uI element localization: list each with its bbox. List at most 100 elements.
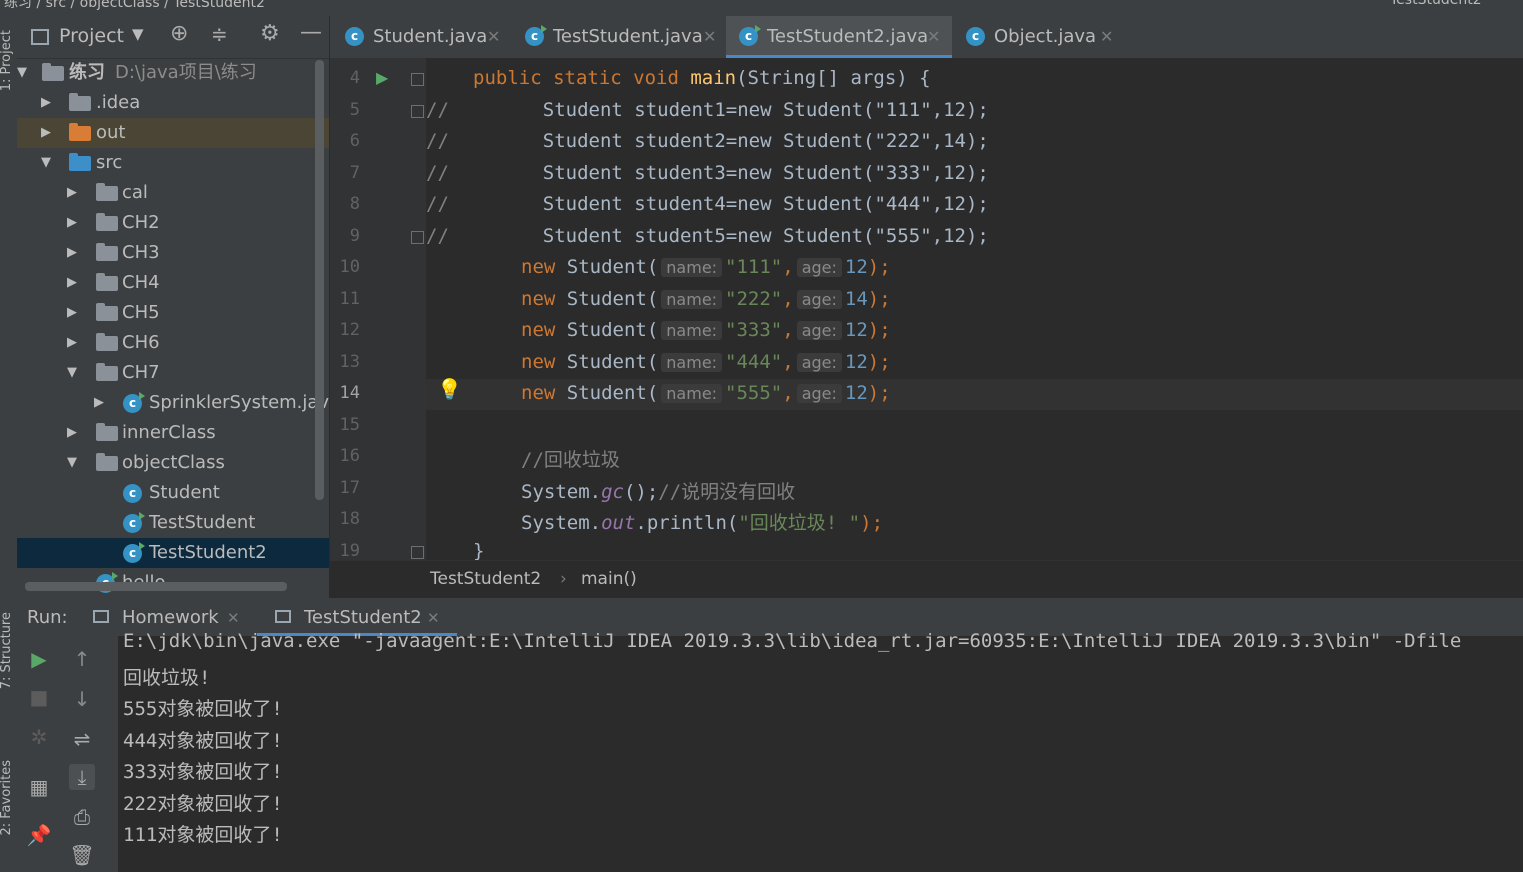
project-scrollbar[interactable] — [315, 60, 324, 500]
tree-item-sprinklersystem[interactable]: ▶ c SprinklerSystem.java — [17, 388, 329, 418]
chevron-down-icon[interactable]: ▼ — [17, 58, 27, 88]
tree-item-ch6[interactable]: ▶ CH6 — [17, 328, 329, 358]
chevron-right-icon[interactable]: ▶ — [94, 388, 104, 418]
tree-item-ch5[interactable]: ▶ CH5 — [17, 298, 329, 328]
tree-label: 练习 — [69, 62, 105, 83]
fold-icon[interactable] — [411, 546, 424, 559]
code-keyword: new — [521, 256, 556, 278]
package-icon — [96, 273, 118, 291]
fold-icon[interactable] — [411, 73, 424, 86]
chevron-right-icon[interactable]: ▶ — [67, 328, 77, 358]
tree-item-out[interactable]: ▶ out — [17, 118, 329, 148]
tab-student-java[interactable]: c Student.java ✕ — [330, 16, 508, 58]
fold-icon[interactable] — [411, 231, 424, 244]
gear-icon[interactable]: ⚙ — [260, 21, 280, 46]
chevron-right-icon[interactable]: ▶ — [41, 88, 51, 118]
chevron-right-icon[interactable]: ▶ — [67, 178, 77, 208]
project-tool-button[interactable]: 1: Project — [0, 30, 14, 91]
tree-item-cal[interactable]: ▶ cal — [17, 178, 329, 208]
console-output[interactable] — [118, 636, 1523, 872]
chevron-right-icon[interactable]: ▶ — [67, 298, 77, 328]
tree-label: objectClass — [122, 452, 225, 473]
collapse-all-icon[interactable]: ≑ — [211, 22, 228, 46]
tree-item-objectclass[interactable]: ▼ objectClass — [17, 448, 329, 478]
chevron-right-icon[interactable]: ▶ — [67, 418, 77, 448]
tree-item-student[interactable]: c Student — [17, 478, 329, 508]
param-hint: name: — [661, 258, 723, 277]
tree-item-idea[interactable]: ▶ .idea — [17, 88, 329, 118]
folder-icon — [69, 93, 91, 111]
tab-teststudent-java[interactable]: c TestStudent.java ✕ — [510, 16, 724, 58]
tree-item-src[interactable]: ▼ src — [17, 148, 329, 178]
tree-item-ch7[interactable]: ▼ CH7 — [17, 358, 329, 388]
close-icon[interactable]: ✕ — [927, 16, 940, 58]
close-icon[interactable]: ✕ — [703, 16, 716, 58]
param-hint: age: — [796, 321, 842, 340]
code-keyword: new — [521, 319, 556, 341]
settings-icon[interactable]: ✲ — [26, 724, 52, 750]
arrow-up-icon[interactable]: ↑ — [69, 646, 95, 672]
console-line: 回收垃圾! — [123, 667, 211, 689]
code-text: Student( — [555, 382, 659, 404]
module-icon — [42, 63, 64, 81]
code-comma: , — [782, 319, 794, 341]
print-icon[interactable]: ⎙ — [69, 804, 95, 830]
code-number: 12 — [844, 351, 868, 373]
chevron-right-icon[interactable]: ▶ — [67, 208, 77, 238]
pin-icon[interactable]: 📌 — [26, 822, 52, 848]
favorites-tool-button[interactable]: 2: Favorites — [0, 760, 14, 836]
layout-icon[interactable]: ▦ — [26, 774, 52, 800]
trash-icon[interactable]: 🗑 — [69, 842, 95, 868]
soft-wrap-icon[interactable]: ⇌ — [69, 726, 95, 752]
tree-item-ch2[interactable]: ▶ CH2 — [17, 208, 329, 238]
tree-item-ch3[interactable]: ▶ CH3 — [17, 238, 329, 268]
tab-teststudent2-java[interactable]: c TestStudent2.java ✕ — [726, 16, 952, 58]
arrow-down-icon[interactable]: ↓ — [69, 686, 95, 712]
stop-icon[interactable]: ■ — [26, 684, 52, 710]
tree-item-teststudent[interactable]: c TestStudent — [17, 508, 329, 538]
breadcrumb-method[interactable]: main() — [581, 569, 637, 589]
tree-item-ch4[interactable]: ▶ CH4 — [17, 268, 329, 298]
locate-icon[interactable]: ⊕ — [170, 21, 188, 46]
tree-item-root[interactable]: ▼ 练习 D:\java项目\练习 — [17, 58, 329, 88]
chevron-down-icon[interactable]: ▼ — [41, 148, 51, 178]
chevron-down-icon[interactable]: ▼ — [67, 358, 77, 388]
java-class-icon: c — [345, 27, 364, 46]
project-view-title[interactable]: Project — [59, 25, 124, 47]
run-config-selector[interactable]: TestStudent2 — [1390, 0, 1482, 8]
chevron-right-icon[interactable]: ▶ — [67, 268, 77, 298]
tree-label: TestStudent — [149, 512, 256, 533]
close-icon[interactable]: ✕ — [487, 16, 500, 58]
tab-object-java[interactable]: c Object.java ✕ — [954, 16, 1124, 58]
tree-label: cal — [122, 182, 148, 203]
chevron-down-icon[interactable]: ▼ — [132, 25, 144, 43]
nav-breadcrumb[interactable]: 练习 / src / objectClass / TestStudent2 — [4, 0, 265, 12]
structure-tool-button[interactable]: 7: Structure — [0, 612, 14, 689]
code-text: System. — [521, 512, 602, 534]
close-icon[interactable]: ✕ — [1100, 16, 1113, 58]
project-horizontal-scrollbar[interactable] — [25, 582, 287, 591]
run-icon[interactable]: ▶ — [376, 68, 388, 87]
hide-panel-icon[interactable]: — — [300, 20, 322, 45]
code-close: ); — [860, 512, 884, 534]
code-text: (); — [623, 481, 659, 503]
line-number: 9 — [349, 226, 360, 246]
tree-label: .idea — [96, 92, 141, 113]
code-keyword: new — [521, 288, 556, 310]
chevron-down-icon[interactable]: ▼ — [67, 448, 77, 478]
breadcrumb-class[interactable]: TestStudent2 — [430, 569, 541, 589]
code-line-16: //回收垃圾 — [521, 449, 620, 471]
rerun-icon[interactable]: ▶ — [26, 646, 52, 672]
tree-item-innerclass[interactable]: ▶ innerClass — [17, 418, 329, 448]
code-number: 12 — [844, 256, 868, 278]
code-comma: , — [782, 288, 794, 310]
chevron-right-icon[interactable]: ▶ — [67, 238, 77, 268]
scroll-to-end-icon[interactable]: ⤓ — [69, 764, 95, 790]
fold-icon[interactable] — [411, 105, 424, 118]
chevron-right-icon[interactable]: ▶ — [41, 118, 51, 148]
param-hint: name: — [661, 290, 723, 309]
lightbulb-icon[interactable]: 💡 — [437, 377, 462, 401]
tree-label: TestStudent2 — [149, 542, 267, 563]
tree-item-teststudent2[interactable]: c TestStudent2 — [17, 538, 329, 568]
code-line-11: new Student(name: "222", age: 14); — [521, 288, 891, 310]
